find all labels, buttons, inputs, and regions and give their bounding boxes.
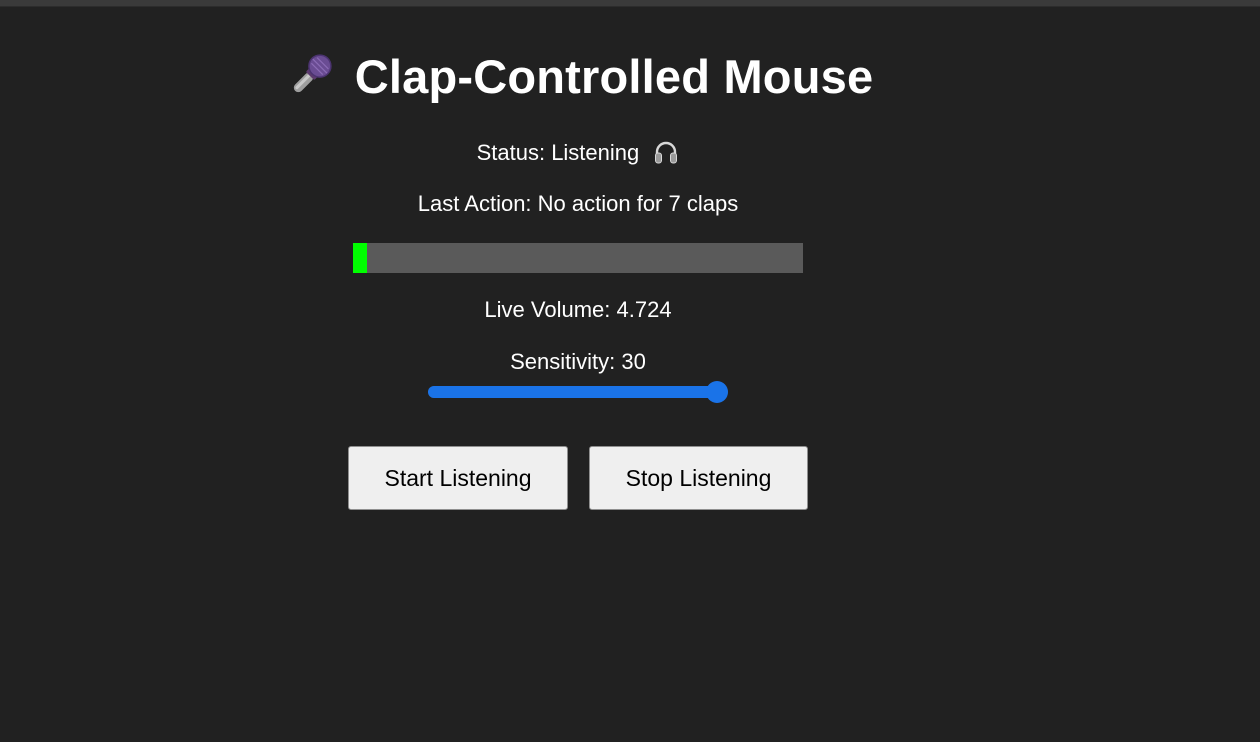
volume-meter-fill [353,243,367,273]
slider-fill [428,386,717,398]
start-listening-button[interactable]: Start Listening [348,446,568,510]
live-volume-text: Live Volume: 4.724 [484,297,672,322]
status-line: Status: Listening [0,139,1156,166]
page-title: Clap-Controlled Mouse [354,49,874,103]
microphone-icon [283,49,337,103]
clap-mouse-app: Clap-Controlled Mouse Status: Listening … [0,0,1156,742]
status-text: Status: Listening [476,140,640,165]
sensitivity-slider[interactable] [428,380,728,404]
volume-meter [353,243,803,273]
headphones-icon [653,139,679,165]
slider-thumb[interactable] [706,381,728,403]
last-action-text: Last Action: No action for 7 claps [417,191,739,216]
sensitivity-label: Sensitivity: 30 [510,349,646,374]
stop-listening-button[interactable]: Stop Listening [589,446,808,510]
header: Clap-Controlled Mouse [0,48,1156,104]
